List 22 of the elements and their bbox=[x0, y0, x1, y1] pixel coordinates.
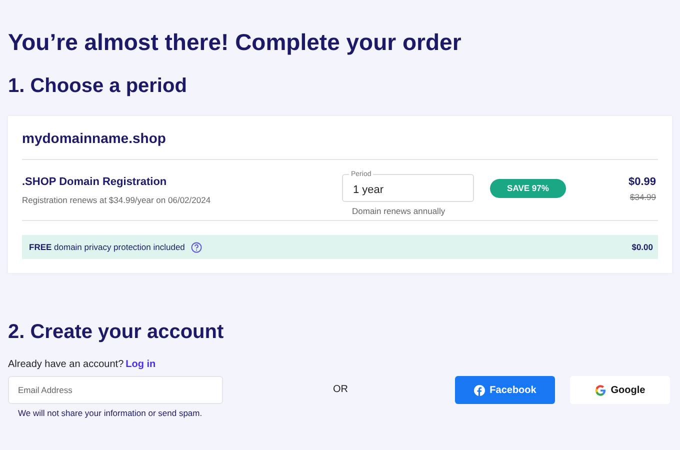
renewal-text: Registration renews at $34.99/year on 06/02/2024 bbox=[22, 195, 212, 205]
facebook-button[interactable]: Facebook bbox=[455, 376, 555, 404]
period-hint: Domain renews annually bbox=[352, 206, 446, 216]
help-icon[interactable] bbox=[190, 242, 202, 252]
google-icon bbox=[594, 384, 606, 396]
old-price: $34.99 bbox=[629, 192, 656, 202]
facebook-icon bbox=[474, 384, 485, 396]
save-badge: SAVE 97% bbox=[490, 179, 566, 198]
privacy-price: $0.00 bbox=[632, 242, 653, 252]
page-title: You’re almost there! Complete your order bbox=[8, 28, 462, 56]
or-separator: OR bbox=[333, 383, 349, 397]
product-name: .SHOP Domain Registration bbox=[22, 176, 168, 188]
domain-name: mydomainname.shop bbox=[22, 130, 658, 160]
google-button[interactable]: Google bbox=[570, 376, 670, 404]
price: $0.99 bbox=[627, 176, 656, 188]
privacy-note: We will not share your information or send spam. bbox=[18, 408, 204, 418]
login-prompt: Already have an account? bbox=[8, 359, 124, 370]
section-heading: 1. Choose a period bbox=[8, 74, 188, 99]
email-field[interactable]: Email Address bbox=[8, 376, 223, 404]
login-link[interactable]: Log in bbox=[126, 359, 156, 370]
section-heading: 2. Create your account bbox=[8, 320, 225, 345]
privacy-text: FREE domain privacy protection included bbox=[29, 242, 185, 252]
